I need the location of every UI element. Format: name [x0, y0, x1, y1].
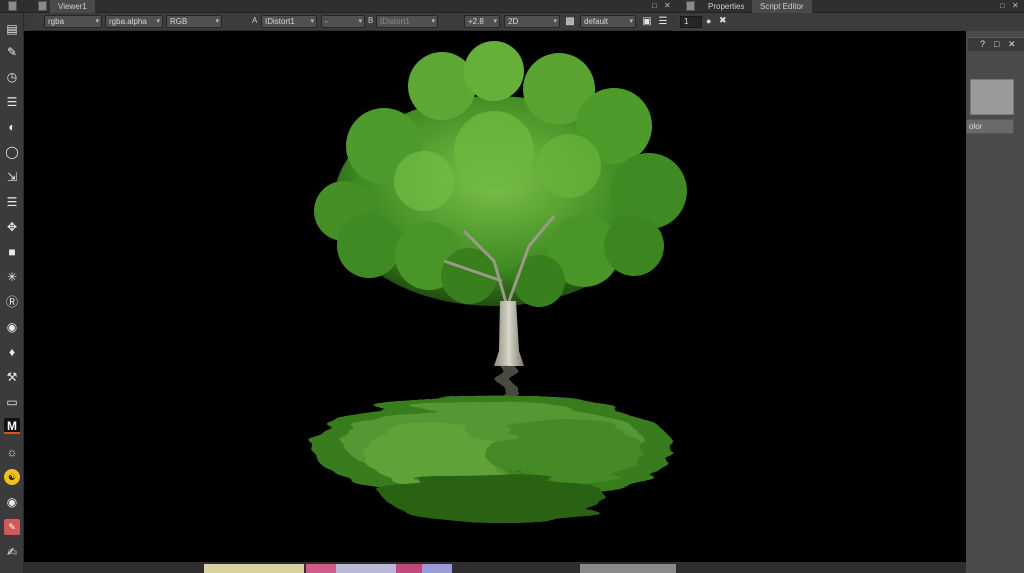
tree-trunk	[494, 301, 524, 366]
properties-toolbar	[675, 13, 1024, 31]
deep-icon[interactable]: Ⓡ	[4, 294, 20, 310]
view-mode-dropdown[interactable]: 2D	[504, 15, 560, 28]
color-button[interactable]: olor	[966, 119, 1014, 134]
3d-icon[interactable]: ■	[4, 244, 20, 260]
properties-panel: ? □ ✕ olor	[966, 31, 1024, 573]
viewer-tab-grip-icon[interactable]	[38, 1, 47, 11]
gain-dropdown[interactable]: +2.8	[464, 15, 500, 28]
close-icon[interactable]: ✕	[664, 0, 671, 12]
timeline-range	[422, 564, 452, 573]
particles-icon[interactable]: ✳	[4, 269, 20, 285]
toolsets-icon[interactable]: ⚒	[4, 369, 20, 385]
ofx-icon[interactable]: ☼	[4, 444, 20, 460]
lut-dropdown[interactable]: default	[580, 15, 636, 28]
operator-dropdown[interactable]: -	[321, 15, 365, 28]
filter-icon[interactable]: ◯	[4, 144, 20, 160]
b-input-label: B	[368, 16, 374, 25]
timeline-range	[204, 564, 304, 573]
globe-icon[interactable]: ◉	[4, 494, 20, 510]
tree-image	[314, 41, 687, 521]
help-icon[interactable]: ?	[980, 39, 985, 49]
clapperboard-icon[interactable]: ▩	[564, 16, 576, 28]
tab-strip: Viewer1 □ ✕ Properties Script Editor □ ✕	[0, 0, 1024, 13]
transform-icon[interactable]: ✥	[4, 219, 20, 235]
timeline-keyframe	[306, 564, 336, 573]
float-icon[interactable]: □	[652, 0, 657, 12]
toolbar-left: ▤ ✎ ◷ ☰ ◐ ◯ ⇲ ☰ ✥ ■ ✳ Ⓡ ◉ ♦ ⚒ ▭ M ☼ ☯ ◉ …	[0, 13, 24, 573]
properties-tab-grip-icon[interactable]	[686, 1, 695, 11]
other-icon[interactable]: ▭	[4, 394, 20, 410]
color-icon[interactable]: ◐	[4, 119, 20, 135]
tab-script-editor[interactable]: Script Editor	[752, 0, 812, 13]
color-swatch[interactable]	[970, 79, 1014, 115]
timeline-keyframe	[396, 564, 422, 573]
viewer-canvas[interactable]	[24, 31, 966, 562]
red-plugin-icon[interactable]: ✎	[4, 519, 20, 535]
timeline[interactable]	[24, 562, 966, 573]
tab-viewer[interactable]: Viewer1	[50, 0, 95, 13]
pane-grip-icon[interactable]	[8, 1, 17, 11]
channels-dropdown[interactable]: rgba	[44, 15, 102, 28]
tab-properties[interactable]: Properties	[700, 0, 752, 13]
a-input-label: A	[252, 16, 258, 25]
metadata-icon[interactable]: ♦	[4, 344, 20, 360]
b-input-dropdown[interactable]: IDistort1	[376, 15, 438, 28]
merge-icon[interactable]: ☰	[4, 194, 20, 210]
draw-icon[interactable]: ✎	[4, 44, 20, 60]
display-dropdown[interactable]: RGB	[166, 15, 222, 28]
timeline-scrollbar[interactable]	[580, 564, 676, 573]
close-icon[interactable]: ✕	[1008, 39, 1016, 50]
paint-icon[interactable]: ✍	[4, 544, 20, 560]
alpha-channel-dropdown[interactable]: rgba.alpha	[105, 15, 163, 28]
float-icon[interactable]: □	[1000, 0, 1005, 12]
time-icon[interactable]: ◷	[4, 69, 20, 85]
close-icon[interactable]: ✕	[1012, 0, 1019, 12]
keyer-icon[interactable]: ⇲	[4, 169, 20, 185]
tree-canopy	[314, 41, 687, 307]
properties-panel-header: ? □ ✕	[968, 37, 1024, 51]
clear-panels-icon[interactable]: ✖	[719, 15, 727, 26]
channel-icon[interactable]: ☰	[4, 94, 20, 110]
m-plugin-icon[interactable]: M	[4, 418, 20, 434]
apple-icon[interactable]: ●	[706, 16, 711, 26]
menu-icon[interactable]: ☰	[657, 16, 669, 28]
views-icon[interactable]: ◉	[4, 319, 20, 335]
max-panels-field[interactable]: 1	[680, 16, 702, 28]
roi-icon[interactable]: ▣	[641, 16, 653, 28]
image-icon[interactable]: ▤	[4, 21, 20, 37]
yellow-plugin-icon[interactable]: ☯	[4, 469, 20, 485]
timeline-range	[336, 564, 396, 573]
a-input-dropdown[interactable]: IDistort1	[261, 15, 317, 28]
water-reflection	[314, 367, 674, 521]
float-icon[interactable]: □	[994, 39, 999, 49]
viewer-toolbar: rgba rgba.alpha RGB A IDistort1 - B IDis…	[30, 13, 672, 31]
